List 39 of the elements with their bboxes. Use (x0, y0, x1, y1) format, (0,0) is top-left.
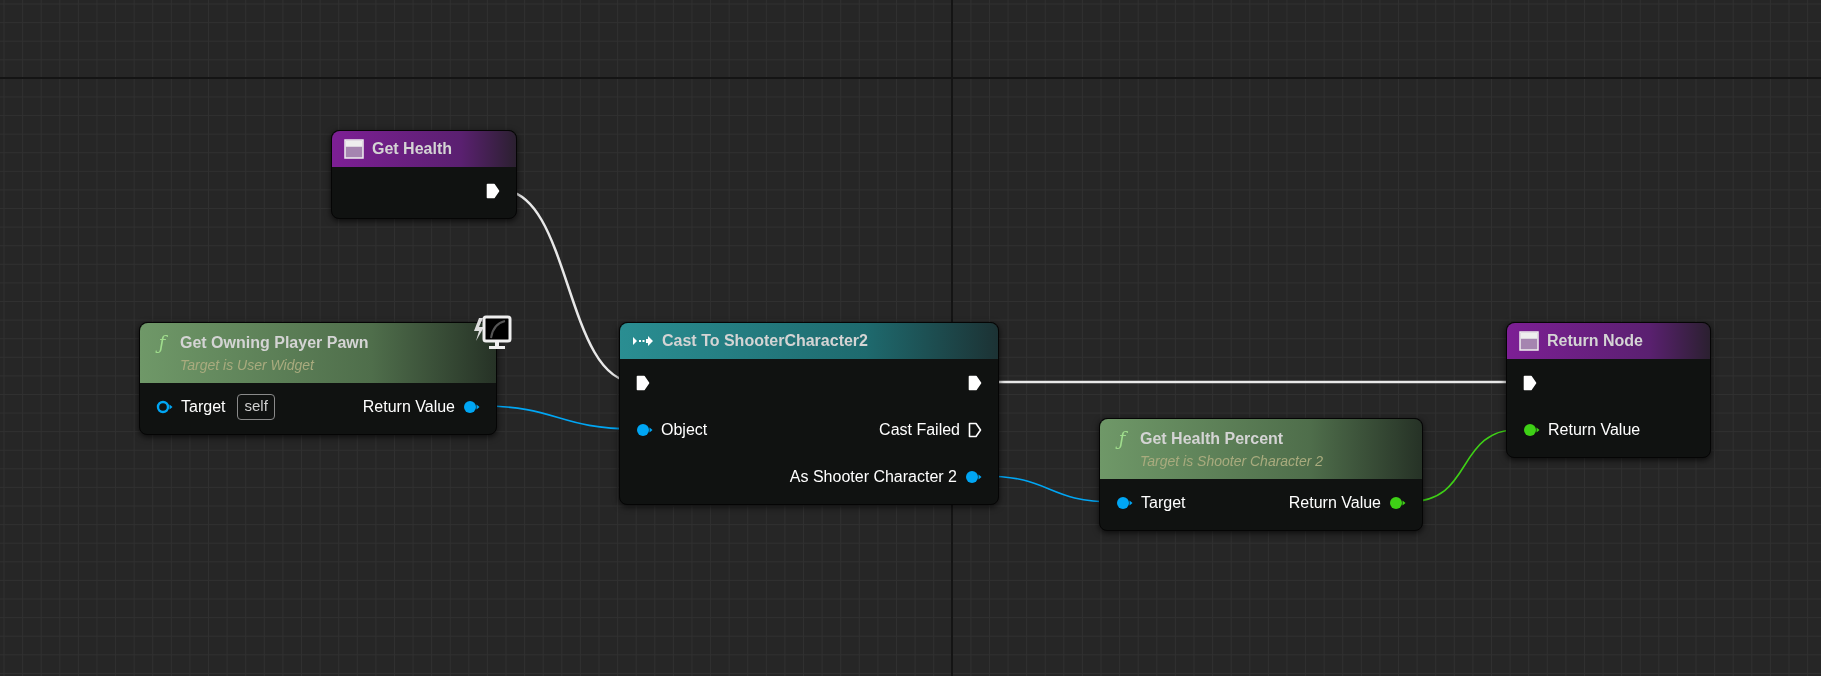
pin-label: Return Value (362, 396, 455, 417)
exec-pin-icon[interactable] (968, 421, 982, 438)
pin-label: As Shooter Character 2 (789, 466, 957, 487)
pin-label: Cast Failed (879, 419, 960, 440)
pin-label: Return Value (1548, 419, 1641, 440)
pin-label: Object (661, 419, 708, 440)
data-pin-icon[interactable] (1389, 495, 1406, 510)
window-icon (344, 139, 364, 159)
exec-pin-icon[interactable] (636, 374, 650, 391)
blueprint-node[interactable]: Return Node Return Value (1506, 322, 1711, 458)
blueprint-node[interactable]: ƒ Get Owning Player Pawn Target is User Widget Target self Return Value (139, 322, 497, 435)
node-subtitle: Target is User Widget (179, 355, 316, 375)
data-pin-icon[interactable] (1523, 422, 1540, 437)
node-title: Get Owning Player Pawn (180, 332, 369, 353)
node-title: Return Node (1547, 331, 1643, 351)
node-title: Cast To ShooterCharacter2 (662, 331, 868, 351)
node-title: Get Health (372, 139, 452, 159)
data-pin-icon[interactable] (965, 469, 982, 484)
cast-arrow-icon (632, 334, 654, 348)
exec-pin-icon[interactable] (1523, 374, 1537, 391)
window-icon (1519, 331, 1539, 351)
node-subtitle: Target is Shooter Character 2 (1139, 451, 1325, 471)
blueprint-node[interactable]: Get Health (331, 130, 517, 219)
function-glyph: ƒ (1112, 429, 1132, 448)
pin-label: Target (181, 396, 226, 417)
default-value-field[interactable]: self (237, 393, 275, 420)
node-title: Get Health Percent (1140, 428, 1284, 449)
blueprint-node[interactable]: Cast To ShooterCharacter2 Object Cast Failed As Shooter Character 2 (619, 322, 999, 505)
exec-pin-icon[interactable] (486, 182, 500, 199)
blueprint-node[interactable]: ƒ Get Health Percent Target is Shooter Character 2 Target Return Value (1099, 418, 1423, 531)
pin-label: Return Value (1288, 492, 1381, 513)
data-pin-icon[interactable] (1116, 495, 1133, 510)
data-pin-icon[interactable] (636, 422, 653, 437)
data-pin-icon[interactable] (463, 399, 480, 414)
exec-pin-icon[interactable] (968, 374, 982, 391)
function-glyph: ƒ (152, 333, 172, 352)
graph-canvas[interactable] (0, 0, 1821, 676)
pin-label: Target (1141, 492, 1186, 513)
data-pin-icon[interactable] (156, 399, 173, 414)
